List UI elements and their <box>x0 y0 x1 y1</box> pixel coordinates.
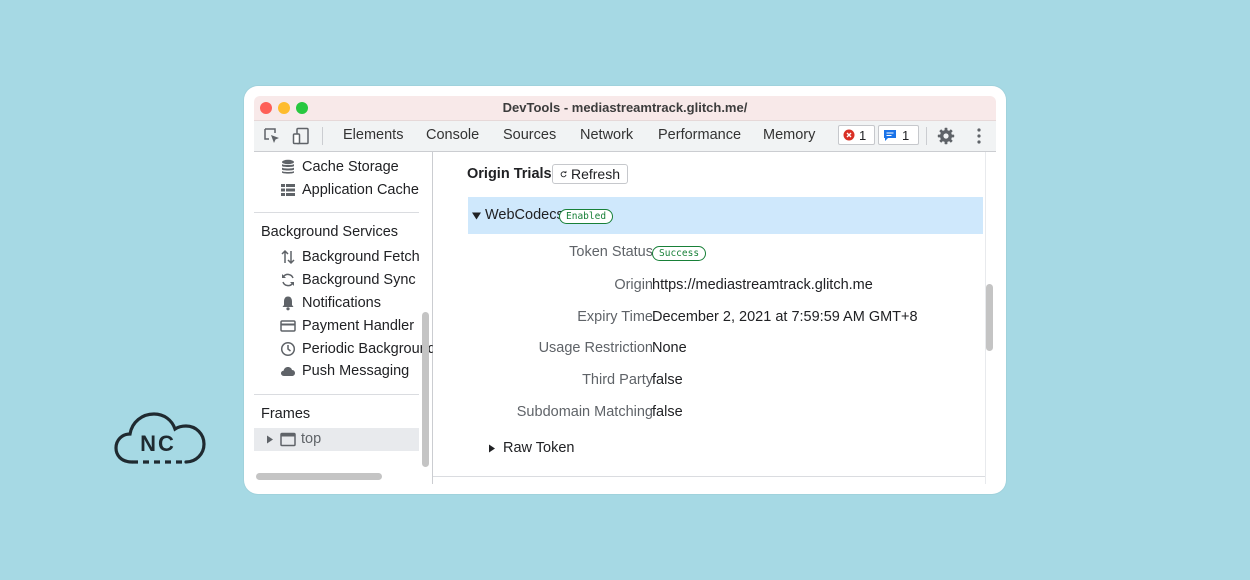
collapse-arrow-icon[interactable] <box>472 212 481 220</box>
trial-row-webcodecs[interactable]: WebCodecs Enabled <box>468 197 983 234</box>
title-bar: DevTools - mediastreamtrack.glitch.me/ <box>254 96 996 121</box>
sidebar-item-frame-top[interactable]: top <box>254 428 419 451</box>
row-label-expiry-time: Expiry Time <box>577 309 653 325</box>
sidebar-vertical-scrollbar[interactable] <box>422 312 429 467</box>
main-vertical-scrollbar[interactable] <box>986 284 993 351</box>
credit-card-icon <box>280 320 296 332</box>
origin-trials-panel: Origin Trials Refresh WebCodecs Enabled … <box>433 152 996 484</box>
frame-window-icon <box>280 432 296 447</box>
trial-name: WebCodecs <box>485 207 564 223</box>
expand-arrow-icon[interactable] <box>266 435 274 444</box>
device-toggle-icon[interactable] <box>292 127 310 145</box>
row-value-third-party: false <box>652 372 683 388</box>
row-value-expiry-time: December 2, 2021 at 7:59:59 AM GMT+8 <box>652 309 918 325</box>
expand-arrow-icon <box>489 444 495 452</box>
up-down-arrows-icon <box>281 249 295 265</box>
application-sidebar: Cache Storage Application Cache Backgrou… <box>254 152 472 484</box>
tab-sources[interactable]: Sources <box>503 127 556 143</box>
sidebar-item-label: Notifications <box>302 295 381 311</box>
frame-label: top <box>301 431 322 447</box>
bell-icon <box>282 296 294 311</box>
sidebar-item-background-fetch[interactable]: Background Fetch <box>280 249 420 265</box>
message-icon <box>884 129 896 141</box>
error-count-badge[interactable]: 1 <box>838 125 875 145</box>
sidebar-item-label: Background Sync <box>302 272 416 288</box>
sidebar-item-cache-storage[interactable]: Cache Storage <box>280 159 399 175</box>
devtools-toolbar: Elements Console Sources Network Perform… <box>254 121 996 152</box>
sidebar-item-push-messaging[interactable]: Push Messaging <box>280 363 409 379</box>
sidebar-item-payment-handler[interactable]: Payment Handler <box>280 318 414 334</box>
inspect-element-icon[interactable] <box>263 127 281 145</box>
sidebar-divider <box>254 212 419 213</box>
nc-cloud-logo-icon: NC <box>114 412 206 464</box>
error-icon <box>843 129 855 141</box>
sidebar-item-background-sync[interactable]: Background Sync <box>280 272 416 288</box>
tab-performance[interactable]: Performance <box>658 127 741 143</box>
database-icon <box>282 159 294 174</box>
sidebar-divider <box>254 394 419 395</box>
sidebar-item-label: Application Cache <box>302 182 419 198</box>
toolbar-separator <box>322 127 323 145</box>
raw-token-toggle[interactable]: Raw Token <box>488 440 574 456</box>
sidebar-item-label: Payment Handler <box>302 318 415 334</box>
row-value-subdomain-matching: false <box>652 404 683 420</box>
grid-icon <box>281 184 295 196</box>
screenshot-frame: DevTools - mediastreamtrack.glitch.me/ E… <box>244 86 1006 494</box>
tab-network[interactable]: Network <box>580 127 633 143</box>
sidebar-item-application-cache[interactable]: Application Cache <box>280 182 419 198</box>
message-count: 1 <box>902 127 910 143</box>
row-value-usage-restriction: None <box>652 340 687 356</box>
tab-elements[interactable]: Elements <box>343 127 403 143</box>
error-count: 1 <box>859 127 867 143</box>
tab-memory[interactable]: Memory <box>763 127 815 143</box>
row-label-token-status: Token Status <box>569 244 653 260</box>
sidebar-horizontal-scrollbar[interactable] <box>256 473 382 480</box>
refresh-button[interactable]: Refresh <box>552 164 628 184</box>
devtools-window: DevTools - mediastreamtrack.glitch.me/ E… <box>254 96 996 484</box>
sidebar-item-label: Cache Storage <box>302 159 399 175</box>
cloud-icon <box>281 367 295 376</box>
section-title-frames: Frames <box>261 406 311 422</box>
toolbar-separator <box>926 127 927 145</box>
sidebar-item-notifications[interactable]: Notifications <box>280 295 381 311</box>
raw-token-label: Raw Token <box>503 440 575 456</box>
more-options-icon[interactable] <box>970 127 988 145</box>
logo-text: NC <box>140 431 176 456</box>
origin-trials-heading: Origin Trials <box>467 166 552 182</box>
panel-divider <box>433 476 985 477</box>
sync-icon <box>282 273 294 287</box>
section-title-background-services: Background Services <box>261 224 399 240</box>
clock-icon <box>280 341 296 357</box>
trial-status-badge: Enabled <box>559 209 614 224</box>
token-status-badge: Success <box>652 246 707 261</box>
sidebar-item-label: Background Fetch <box>302 249 420 265</box>
refresh-icon <box>560 170 567 178</box>
row-label-usage-restriction: Usage Restriction <box>538 340 653 356</box>
row-value-origin: https://mediastreamtrack.glitch.me <box>652 277 873 293</box>
row-label-subdomain-matching: Subdomain Matching <box>516 404 653 420</box>
row-label-third-party: Third Party <box>582 372 653 388</box>
sidebar-item-label: Push Messaging <box>302 363 410 379</box>
refresh-label: Refresh <box>570 166 620 182</box>
tab-console[interactable]: Console <box>426 127 479 143</box>
settings-gear-icon[interactable] <box>937 127 955 145</box>
message-count-badge[interactable]: 1 <box>878 125 919 145</box>
row-label-origin: Origin <box>614 277 653 293</box>
window-title: DevTools - mediastreamtrack.glitch.me/ <box>502 100 748 115</box>
